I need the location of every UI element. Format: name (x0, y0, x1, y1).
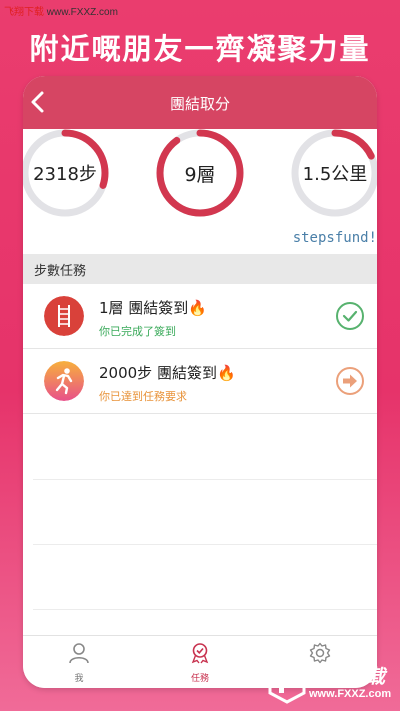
divider (33, 609, 377, 610)
watermark-top-brand: 飞翔下载 (4, 7, 44, 18)
tab-tasks[interactable]: 任務 (170, 642, 230, 684)
nav-bar: 團結取分 (23, 76, 377, 129)
task-row-steps[interactable]: 2000步 團結簽到🔥 你已達到任務要求 (23, 349, 377, 414)
watermark-bottom-right: 飞翔下载 www.FXXZ.com (265, 656, 400, 711)
watermark-top: 飞翔下载 www.FXXZ.com (4, 3, 118, 18)
promo-headline: 附近嘅朋友一齊凝聚力量 (29, 32, 371, 66)
section-header: 步數任務 (23, 254, 377, 284)
tab-label: 任務 (190, 674, 209, 684)
section-title: 步數任務 (34, 264, 87, 279)
steps-ring: 2318步 (23, 127, 111, 219)
stats-rings: 2318步 9層 1.5公里 (23, 127, 377, 222)
ladder-icon (44, 296, 84, 336)
arrow-right-circle-icon[interactable] (335, 366, 365, 396)
watermark-url: www.FXXZ.com (309, 688, 392, 700)
app-screen: 團結取分 2318步 9層 1.5公里 stepsfund! 步數任務 1層 團 (23, 76, 377, 688)
task-row-floors[interactable]: 1層 團結簽到🔥 你已完成了簽到 (23, 284, 377, 349)
tab-me[interactable]: 我 (49, 642, 109, 684)
tab-label: 我 (74, 674, 84, 684)
watermark-brand: 飞翔下载 (309, 666, 386, 688)
task-title: 2000步 團結簽到🔥 (99, 364, 236, 382)
runner-icon (44, 361, 84, 401)
distance-ring: 1.5公里 (289, 127, 377, 219)
floors-value: 9層 (184, 164, 216, 186)
badge-icon (191, 643, 209, 664)
page-title: 團結取分 (169, 95, 230, 113)
overlay-watermark: stepsfund! (292, 230, 377, 246)
steps-value: 2318步 (33, 164, 97, 185)
person-icon (69, 643, 89, 664)
floors-ring: 9層 (154, 127, 246, 219)
check-circle-icon[interactable] (335, 301, 365, 331)
task-title: 1層 團結簽到🔥 (99, 299, 207, 317)
site-logo-icon (268, 660, 306, 704)
task-status: 你已完成了簽到 (99, 325, 176, 338)
distance-value: 1.5公里 (302, 164, 368, 185)
divider (33, 479, 377, 480)
divider (33, 544, 377, 545)
watermark-top-url: www.FXXZ.com (44, 7, 118, 18)
task-status: 你已達到任務要求 (99, 390, 187, 403)
